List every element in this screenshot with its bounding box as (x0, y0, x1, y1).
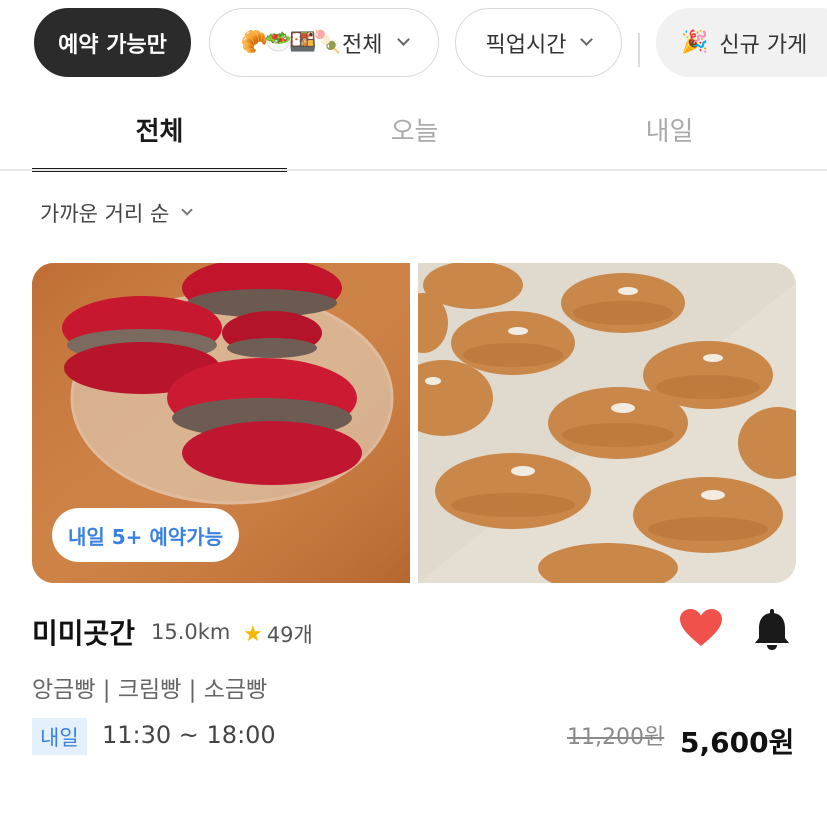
chip-divider (638, 33, 640, 67)
availability-badge-label: 내일 5+ 예약가능 (68, 524, 223, 549)
category-filter-label: 전체 (342, 32, 383, 58)
tab-tomorrow-label: 내일 (645, 116, 694, 147)
notification-bell-icon[interactable] (752, 607, 792, 651)
store-distance: 15.0km (151, 620, 231, 644)
pickup-time-label: 픽업시간 (485, 32, 567, 58)
rating-count: 49개 (266, 623, 313, 647)
store-name[interactable]: 미미곳간 (32, 612, 135, 652)
tab-all-label: 전체 (135, 116, 184, 147)
pickup-time-chip[interactable]: 픽업시간 (455, 8, 622, 77)
chevron-down-icon (396, 33, 410, 46)
store-menu-items: 앙금빵 | 크림빵 | 소금빵 (32, 677, 268, 703)
tab-today[interactable]: 오늘 (287, 88, 542, 170)
pickup-day-label: 내일 (40, 725, 79, 750)
tabs-divider (0, 169, 827, 171)
filter-chip-row: 예약 가능만 🥐🥗🍱🍡 전체 픽업시간 🎉 신규 가게 (34, 8, 827, 78)
category-filter-chip[interactable]: 🥐🥗🍱🍡 전체 (209, 8, 439, 77)
new-store-label: 신규 가게 (719, 32, 808, 58)
party-popper-icon: 🎉 (681, 30, 708, 55)
favorite-heart-icon[interactable] (679, 608, 723, 648)
new-store-chip[interactable]: 🎉 신규 가게 (656, 8, 827, 77)
availability-badge: 내일 5+ 예약가능 (52, 508, 239, 562)
food-category-icon: 🥐🥗🍱🍡 (240, 30, 341, 55)
day-tabs: 전체 오늘 내일 (32, 88, 827, 173)
sort-dropdown[interactable]: 가까운 거리 순 (40, 198, 193, 228)
tab-all[interactable]: 전체 (32, 88, 287, 170)
available-only-chip[interactable]: 예약 가능만 (34, 8, 191, 77)
pickup-time-range: 11:30 ~ 18:00 (102, 721, 276, 749)
discount-price: 5,600원 (680, 726, 795, 759)
store-photo-red-bean-bread[interactable]: 내일 5+ 예약가능 (32, 263, 410, 583)
star-icon: ★ (243, 621, 263, 647)
tab-today-label: 오늘 (390, 116, 439, 147)
salt-bread-image (418, 263, 796, 583)
store-photo-salt-bread[interactable] (418, 263, 796, 583)
sort-label: 가까운 거리 순 (40, 202, 170, 226)
tab-tomorrow[interactable]: 내일 (542, 88, 797, 170)
chevron-down-icon (580, 33, 594, 46)
store-list-screen: 예약 가능만 🥐🥗🍱🍡 전체 픽업시간 🎉 신규 가게 전체 오늘 내일 가까운… (0, 0, 827, 814)
store-rating: ★ 49개 (243, 619, 313, 649)
available-only-label: 예약 가능만 (58, 32, 167, 58)
original-price: 11,200원 (567, 725, 665, 750)
pickup-day-tag: 내일 (32, 718, 87, 755)
chevron-down-icon (181, 204, 193, 216)
